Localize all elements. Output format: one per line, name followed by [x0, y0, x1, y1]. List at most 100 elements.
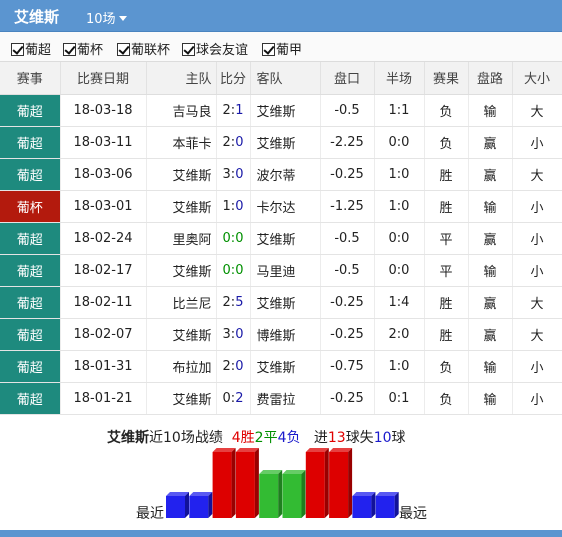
score[interactable]: 2:5 — [215, 286, 251, 319]
team-title: 艾维斯 — [14, 8, 60, 26]
away-team[interactable]: 博维斯 — [250, 318, 321, 351]
handicap: -0.25 — [320, 318, 375, 351]
home-team[interactable]: 里奥阿 — [146, 222, 217, 255]
match-count-dropdown[interactable]: 10场 — [86, 8, 127, 27]
table-row[interactable]: 葡超 18-03-11 本菲卡 2:0 艾维斯 -2.25 0:0 负赢小 — [0, 126, 562, 159]
match-result: 负 — [424, 382, 469, 415]
form-bar-side — [324, 448, 329, 518]
match-result: 胜 — [424, 158, 469, 191]
league-badge[interactable]: 葡超 — [0, 94, 61, 127]
checkbox-checked-icon[interactable] — [117, 43, 130, 56]
form-bar — [166, 492, 189, 518]
filter-checkbox-league-cup[interactable]: 葡联杯 — [117, 39, 170, 58]
score[interactable]: 1:0 — [215, 190, 251, 223]
home-team[interactable]: 本菲卡 — [146, 126, 217, 159]
score[interactable]: 2:0 — [215, 350, 251, 383]
table-row[interactable]: 葡超 18-01-31 布拉加 2:0 艾维斯 -0.75 1:0 负输小 — [0, 350, 562, 383]
away-team[interactable]: 艾维斯 — [250, 126, 321, 159]
form-bar — [329, 448, 353, 518]
away-team[interactable]: 费雷拉 — [250, 382, 321, 415]
match-result: 胜 — [424, 318, 469, 351]
checkbox-checked-icon[interactable] — [11, 43, 24, 56]
column-header: 客队 — [250, 62, 321, 95]
form-bar — [375, 492, 399, 518]
score[interactable]: 0:0 — [215, 254, 251, 287]
filter-label: 葡杯 — [77, 43, 104, 58]
away-team[interactable]: 艾维斯 — [250, 350, 321, 383]
form-bar-top — [259, 470, 283, 474]
column-header: 盘路 — [468, 62, 513, 95]
home-team[interactable]: 布拉加 — [146, 350, 217, 383]
table-row[interactable]: 葡超 18-01-21 艾维斯 0:2 费雷拉 -0.25 0:1 负输小 — [0, 382, 562, 415]
league-badge[interactable]: 葡超 — [0, 254, 61, 287]
over-under: 小 — [512, 222, 562, 255]
form-bar — [305, 448, 329, 518]
home-team[interactable]: 吉马良 — [146, 94, 217, 127]
score[interactable]: 2:1 — [215, 94, 251, 127]
handicap-result: 输 — [468, 190, 513, 223]
form-bar-face — [166, 496, 185, 518]
away-team[interactable]: 卡尔达 — [250, 190, 321, 223]
table-row[interactable]: 葡超 18-02-24 里奥阿 0:0 艾维斯 -0.5 0:0 平赢小 — [0, 222, 562, 255]
league-badge[interactable]: 葡超 — [0, 318, 61, 351]
league-badge[interactable]: 葡超 — [0, 382, 61, 415]
league-badge[interactable]: 葡超 — [0, 222, 61, 255]
column-header: 比分 — [216, 62, 251, 95]
table-row[interactable]: 葡超 18-02-11 比兰尼 2:5 艾维斯 -0.25 1:4 胜赢大 — [0, 286, 562, 319]
form-bar — [352, 492, 376, 518]
table-row[interactable]: 葡超 18-03-18 吉马良 2:1 艾维斯 -0.5 1:1 负输大 — [0, 94, 562, 127]
form-bar-face — [329, 452, 349, 518]
filter-label: 葡联杯 — [131, 43, 171, 58]
away-team[interactable]: 波尔蒂 — [250, 158, 321, 191]
home-team[interactable]: 艾维斯 — [146, 254, 217, 287]
filter-checkbox-friendly[interactable]: 球会友谊 — [182, 39, 248, 58]
league-badge[interactable]: 葡超 — [0, 350, 61, 383]
filter-checkbox-cup[interactable]: 葡杯 — [63, 39, 103, 58]
score[interactable]: 3:0 — [215, 318, 251, 351]
checkbox-checked-icon[interactable] — [63, 43, 76, 56]
home-team[interactable]: 艾维斯 — [146, 158, 217, 191]
match-date: 18-03-18 — [60, 94, 147, 127]
half-time-score: 1:0 — [374, 350, 425, 383]
away-team[interactable]: 艾维斯 — [250, 222, 321, 255]
checkbox-checked-icon[interactable] — [182, 43, 195, 56]
handicap: -2.25 — [320, 126, 375, 159]
match-date: 18-02-17 — [60, 254, 147, 287]
score[interactable]: 0:2 — [215, 382, 251, 415]
form-bar-face — [305, 452, 325, 518]
score[interactable]: 3:0 — [215, 158, 251, 191]
away-team[interactable]: 马里迪 — [250, 254, 321, 287]
home-team[interactable]: 艾维斯 — [146, 382, 217, 415]
handicap-result: 赢 — [468, 158, 513, 191]
table-row[interactable]: 葡杯 18-03-01 艾维斯 1:0 卡尔达 -1.25 1:0 胜输小 — [0, 190, 562, 223]
home-team[interactable]: 比兰尼 — [146, 286, 217, 319]
filter-checkbox-liga[interactable]: 葡超 — [11, 39, 51, 58]
league-badge[interactable]: 葡超 — [0, 158, 61, 191]
league-badge[interactable]: 葡超 — [0, 286, 61, 319]
league-badge[interactable]: 葡超 — [0, 126, 61, 159]
score-home: 2 — [222, 294, 231, 310]
form-bar-face — [375, 496, 395, 518]
score-away: 0 — [235, 134, 244, 150]
score[interactable]: 0:0 — [215, 222, 251, 255]
filter-checkbox-segunda[interactable]: 葡甲 — [262, 39, 302, 58]
over-under: 大 — [512, 94, 562, 127]
away-team[interactable]: 艾维斯 — [250, 286, 321, 319]
table-row[interactable]: 葡超 18-02-07 艾维斯 3:0 博维斯 -0.25 2:0 胜赢大 — [0, 318, 562, 351]
handicap-result: 输 — [468, 350, 513, 383]
checkbox-checked-icon[interactable] — [262, 43, 275, 56]
form-bar-top — [282, 470, 306, 474]
home-team[interactable]: 艾维斯 — [146, 190, 217, 223]
table-row[interactable]: 葡超 18-03-06 艾维斯 3:0 波尔蒂 -0.25 1:0 胜赢大 — [0, 158, 562, 191]
table-row[interactable]: 葡超 18-02-17 艾维斯 0:0 马里迪 -0.5 0:0 平输小 — [0, 254, 562, 287]
home-team[interactable]: 艾维斯 — [146, 318, 217, 351]
form-bar-top — [305, 448, 329, 452]
match-result: 平 — [424, 222, 469, 255]
away-team[interactable]: 艾维斯 — [250, 94, 321, 127]
match-table: 赛事 比赛日期 主队 比分 客队 盘口 半场 赛果 盘路 大小 葡超 18-03-… — [0, 62, 562, 415]
handicap: -0.25 — [320, 158, 375, 191]
form-bar-top — [352, 492, 376, 496]
score[interactable]: 2:0 — [215, 126, 251, 159]
over-under: 大 — [512, 318, 562, 351]
league-badge[interactable]: 葡杯 — [0, 190, 61, 223]
